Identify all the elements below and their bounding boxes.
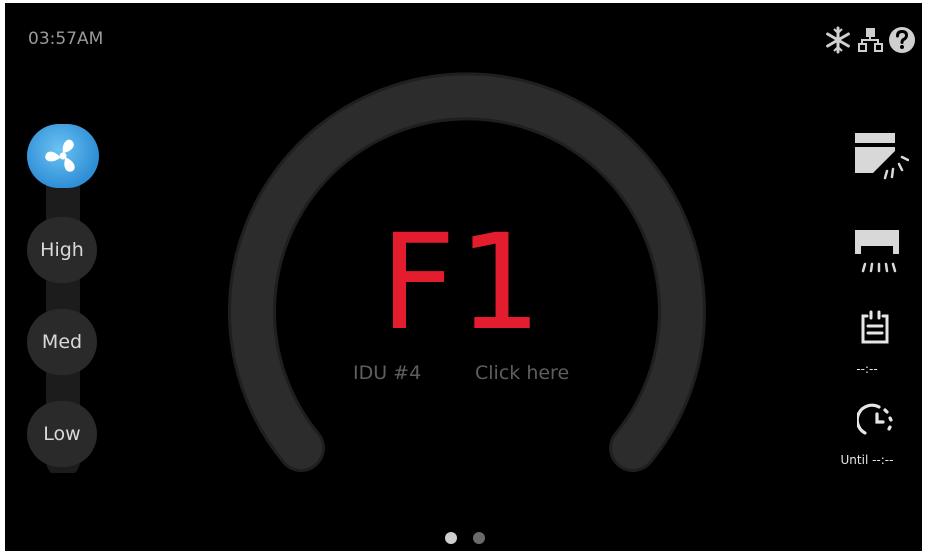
timer-icon — [855, 403, 893, 435]
fan-speed-med[interactable]: Med — [27, 309, 97, 375]
fan-mode-button[interactable] — [27, 124, 99, 188]
swing-horizontal-button[interactable] — [847, 131, 910, 191]
page-dot-1[interactable] — [445, 532, 457, 544]
page-dot-2[interactable] — [473, 532, 485, 544]
timer-until: Until --:-- — [840, 453, 894, 467]
schedule-icon — [861, 310, 889, 344]
page-indicator — [445, 532, 485, 544]
right-panel: --:-- Until --:-- — [812, 3, 922, 551]
fan-icon — [45, 139, 75, 172]
fan-speed-high[interactable]: High — [27, 217, 97, 283]
swing-vertical-icon — [855, 230, 899, 273]
error-code: F1 — [380, 206, 544, 360]
schedule-time: --:-- — [856, 362, 878, 376]
unit-label: IDU #4 — [353, 362, 422, 384]
schedule-button[interactable] — [857, 308, 897, 350]
swing-horizontal-icon — [855, 133, 910, 180]
swing-vertical-button[interactable] — [847, 228, 909, 282]
fan-speed-low[interactable]: Low — [27, 401, 97, 467]
click-here-link[interactable]: Click here — [475, 362, 569, 384]
thermostat-screen: 03:57AM F1 IDU #4 Click here High Med Lo… — [5, 3, 922, 551]
timer-button[interactable] — [855, 399, 897, 443]
